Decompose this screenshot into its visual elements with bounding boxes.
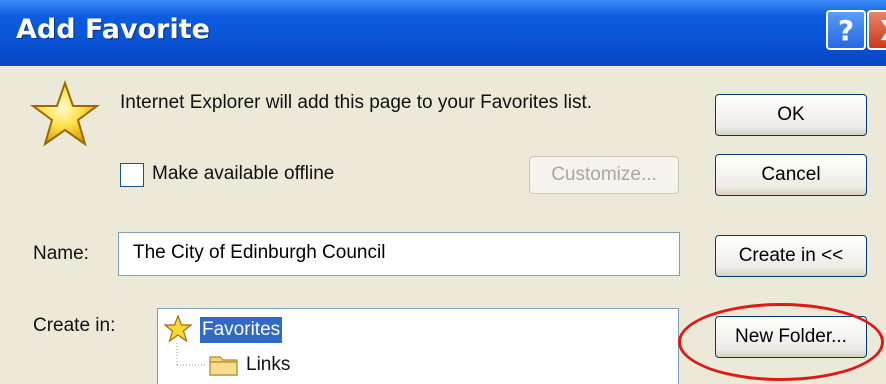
- help-button[interactable]: ?: [826, 10, 866, 50]
- offline-label[interactable]: Make available offline: [152, 163, 334, 185]
- name-input[interactable]: The City of Edinburgh Council: [118, 232, 680, 276]
- customize-button[interactable]: Customize...: [529, 156, 679, 194]
- name-label: Name:: [33, 243, 89, 264]
- new-folder-button[interactable]: New Folder...: [715, 316, 867, 358]
- info-message: Internet Explorer will add this page to …: [120, 92, 593, 113]
- offline-checkbox[interactable]: [120, 163, 144, 187]
- dialog-title: Add Favorite: [16, 14, 210, 45]
- add-favorite-dialog: Add Favorite ? X Internet Explorer will …: [0, 0, 886, 384]
- tree-connector-lines: [176, 343, 206, 366]
- star-icon: [164, 315, 192, 343]
- close-button[interactable]: X: [867, 10, 886, 50]
- folder-icon: [209, 356, 238, 376]
- tree-item-favorites[interactable]: Favorites: [200, 317, 283, 343]
- cancel-button[interactable]: Cancel: [715, 154, 867, 196]
- favorites-star-icon: [30, 80, 100, 147]
- tree-item-links[interactable]: Links: [246, 354, 290, 376]
- create-in-label: Create in:: [33, 315, 116, 336]
- create-in-toggle-button[interactable]: Create in <<: [715, 235, 867, 277]
- folder-tree[interactable]: Favorites Links: [157, 308, 679, 384]
- ok-button[interactable]: OK: [715, 94, 867, 136]
- title-bar[interactable]: Add Favorite ? X: [0, 0, 886, 66]
